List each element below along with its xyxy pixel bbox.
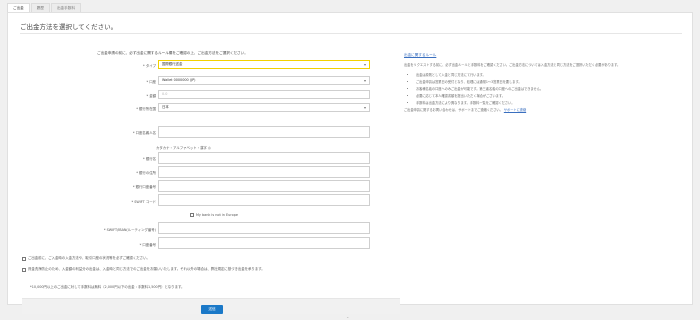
- support-link[interactable]: サポートに連絡: [504, 108, 526, 112]
- account-label: * 口座: [146, 80, 156, 84]
- europe-checkbox-row[interactable]: My bank is not in Europe: [190, 213, 238, 217]
- rules-list-item: お客様名義の口座へのみご出金が可能です。第三者名義の口座へのご出金はできません。: [416, 87, 686, 92]
- withdrawal-panel: ご出金方法を選択してください。 ご出金申請の前に、必ず出金に関するルール欄をご確…: [7, 12, 693, 314]
- rules-title[interactable]: 出金に関するルール: [404, 53, 686, 58]
- bank-country-select[interactable]: 日本 ▾: [158, 103, 370, 112]
- submit-button[interactable]: 送信: [201, 305, 223, 314]
- type-label: * タイプ: [143, 64, 156, 68]
- notice-two-checkbox[interactable]: [22, 267, 26, 272]
- chevron-down-icon: ▾: [363, 78, 366, 83]
- account-select[interactable]: Wallet 0000000 (JP) ▾: [158, 76, 370, 85]
- scroll-down-icon[interactable]: ⌄: [346, 314, 349, 319]
- fee-note: *10,000円以上のご出金に対して手数料は無料（2,000円以下の出金 : 手…: [30, 285, 185, 289]
- bank-country-value: 日本: [162, 105, 169, 109]
- type-select[interactable]: 国際銀行送金 ▾: [158, 60, 370, 69]
- rules-list-item: 出金は原則として入金と同じ方法にて行います。: [416, 73, 686, 78]
- rules-paragraph: 出金をリクエストする前に、必ず出金ルールと手数料をご確認ください。ご出金方法につ…: [404, 63, 621, 67]
- swift-input[interactable]: [158, 194, 370, 206]
- tab-history[interactable]: 履歴: [30, 3, 50, 12]
- account-value: Wallet 0000000 (JP): [162, 78, 196, 82]
- swift-label: * SWIFT コード: [131, 200, 157, 204]
- withdrawal-rules: 出金に関するルール 出金をリクエストする前に、必ず出金ルールと手数料をご確認くだ…: [404, 53, 686, 118]
- bank-code-label: * 銀行口座番号: [132, 185, 156, 189]
- rules-list-item: 手数料は出金方法により異なります。手数料一覧をご確認ください。: [416, 101, 686, 106]
- notice-one-text: ご出金前に、ご入金時の入金方法や、取引口座の状況等を必ずご確認ください。: [28, 256, 150, 260]
- withdrawal-form: ご出金申請の前に、必ず出金に関するルール欄をご確認の上、ご出金方法をご選択くださ…: [8, 13, 400, 314]
- europe-checkbox[interactable]: [190, 213, 194, 217]
- amount-input[interactable]: 0.0: [158, 90, 370, 99]
- tab-withdrawal[interactable]: ご出金: [7, 3, 30, 12]
- bank-code-input[interactable]: [158, 180, 370, 192]
- notice-one: ご出金前に、ご入金時の入金方法や、取引口座の状況等を必ずご確認ください。: [22, 256, 400, 261]
- account-holder-label: * 口座名義人名: [132, 131, 156, 135]
- notice-two: 資金洗浄防止のため、入金額の利益分の出金は、入金時と同じ方法でのご出金をお願いい…: [22, 267, 400, 272]
- rules-footer-text: ご出金申請に関するお問い合わせは、サポートまでご連絡ください。: [404, 108, 503, 112]
- notice-two-text: 資金洗浄防止のため、入金額の利益分の出金は、入金時と同じ方法でのご出金をお願いい…: [28, 267, 265, 271]
- chevron-down-icon: ▾: [363, 105, 366, 110]
- amount-placeholder: 0.0: [162, 92, 168, 96]
- bank-country-label: * 銀行所在国: [136, 107, 156, 111]
- rules-list-item: ご出金申請は営業日の受付となり、処理には通常1〜3営業日を要します。: [416, 80, 686, 85]
- rules-footer: ご出金申請に関するお問い合わせは、サポートまでご連絡ください。 サポートに連絡: [404, 108, 686, 113]
- rules-list: 出金は原則として入金と同じ方法にて行います。 ご出金申請は営業日の受付となり、処…: [404, 73, 686, 106]
- bank-address-label: * 銀行の住所: [136, 171, 156, 175]
- tab-withdrawal-fees[interactable]: 出金手数料: [50, 3, 81, 12]
- bank-name-label: * 銀行名: [143, 157, 156, 161]
- form-intro: ご出金申請の前に、必ず出金に関するルール欄をご確認の上、ご出金方法をご選択くださ…: [97, 51, 248, 55]
- rules-list-item: 必要に応じて本人確認書類を提出いただく場合がございます。: [416, 94, 686, 99]
- amount-label: * 金額: [146, 94, 156, 98]
- notice-one-checkbox[interactable]: [22, 256, 26, 261]
- account-holder-input[interactable]: [158, 126, 370, 138]
- iban-input[interactable]: [158, 222, 370, 234]
- bank-address-input[interactable]: [158, 166, 370, 178]
- type-value: 国際銀行送金: [162, 62, 183, 66]
- iban-label: * SWIFT/IBAN(ルーティング番号): [103, 228, 156, 232]
- bank-name-input[interactable]: [158, 152, 370, 164]
- account-number-label: * 口座番号: [139, 243, 156, 247]
- chevron-down-icon: ▾: [363, 62, 366, 67]
- tab-bar: ご出金 履歴 出金手数料: [7, 3, 82, 12]
- europe-checkbox-label: My bank is not in Europe: [196, 213, 238, 217]
- name-script-options[interactable]: カタカナ・アルファベット・漢字 ◎: [156, 145, 211, 150]
- account-number-input[interactable]: [158, 237, 370, 249]
